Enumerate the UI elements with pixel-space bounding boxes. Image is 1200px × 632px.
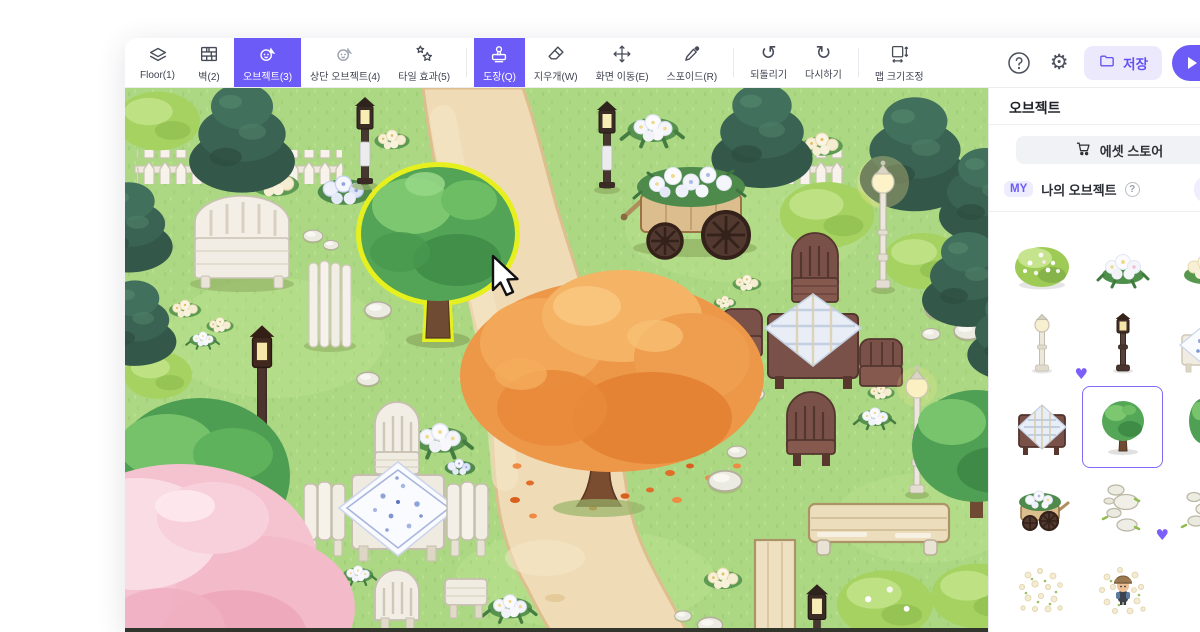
object-item-white-lamp[interactable]: ♥	[1001, 304, 1082, 386]
tool-label: 맵 크기조정	[875, 68, 924, 83]
object-item-flower-cart[interactable]	[1001, 468, 1082, 550]
panel-divider	[989, 211, 1200, 212]
object-item-brown-table-plaid[interactable]	[1001, 386, 1082, 468]
add-object-button[interactable]: + 추가	[1194, 176, 1200, 203]
resize-icon	[888, 43, 910, 65]
object-item-flower-bush[interactable]	[1001, 222, 1082, 304]
eyedropper-icon	[681, 43, 703, 65]
object-item-green-tree[interactable]	[1082, 386, 1163, 468]
tool-undo[interactable]: ↺ 되돌리기	[741, 38, 796, 87]
tool-object[interactable]: 오브젝트(3)	[234, 38, 301, 87]
top-object-icon	[334, 43, 356, 65]
tool-eyedropper[interactable]: 스포이드(R)	[658, 38, 727, 87]
object-item-flower-petals[interactable]	[1001, 550, 1082, 632]
my-badge: MY	[1004, 181, 1033, 197]
my-objects-row: MY 나의 오브젝트 ? + 추가	[1004, 179, 1200, 199]
toolbar: Floor(1) 벽(2) 오브젝트(3)	[125, 38, 1200, 88]
toolbar-divider	[858, 48, 859, 77]
tool-map-resize[interactable]: 맵 크기조정	[866, 38, 933, 87]
panel-title: 오브젝트	[989, 88, 1200, 124]
cart-icon	[1075, 140, 1092, 160]
tool-label: 타일 효과(5)	[398, 68, 450, 83]
map-canvas[interactable]	[125, 88, 988, 632]
flower-cart[interactable]	[621, 167, 757, 258]
object-item-flower-petals-character[interactable]	[1082, 550, 1163, 632]
settings-button[interactable]: ⚙	[1044, 48, 1074, 78]
wall-icon	[198, 43, 220, 65]
map-editor-window: Floor(1) 벽(2) 오브젝트(3)	[125, 38, 1200, 632]
panel-divider	[989, 124, 1200, 125]
object-grid: ♥	[1001, 222, 1200, 632]
tool-label: 되돌리기	[750, 66, 787, 81]
tool-label: 화면 이동(E)	[596, 68, 649, 83]
object-item-cream-flowers[interactable]	[1163, 222, 1200, 304]
stamp-icon	[488, 43, 510, 65]
object-item-white-table-cloth[interactable]	[1163, 304, 1200, 386]
play-button[interactable]	[1172, 45, 1200, 81]
asset-store-button[interactable]: 에셋 스토어	[1016, 136, 1200, 164]
tool-tile-effect[interactable]: 타일 효과(5)	[389, 38, 459, 87]
brown-chair-bottom	[787, 392, 835, 466]
play-icon	[1188, 57, 1197, 69]
tool-wall[interactable]: 벽(2)	[184, 38, 234, 87]
save-label: 저장	[1123, 53, 1148, 73]
tool-label: 도장(Q)	[483, 68, 516, 83]
redo-icon: ↻	[815, 44, 831, 63]
save-button[interactable]: 저장	[1084, 46, 1162, 80]
main-area: 오브젝트 에셋 스토어 MY 나의 오브젝트 ? + 추가	[125, 88, 1200, 632]
tool-label: 벽(2)	[198, 68, 219, 83]
tool-stamp[interactable]: 도장(Q)	[474, 38, 525, 87]
asset-store-label: 에셋 스토어	[1100, 141, 1163, 160]
tool-label: 지우개(W)	[534, 68, 578, 83]
wood-bench-vertical[interactable]	[755, 540, 795, 632]
tool-floor[interactable]: Floor(1)	[131, 38, 184, 87]
eraser-icon	[545, 43, 567, 65]
pan-icon	[611, 43, 633, 65]
brown-chair-top	[792, 233, 838, 302]
object-item-stone-path[interactable]: ♥	[1082, 468, 1163, 550]
tool-redo[interactable]: ↻ 다시하기	[796, 38, 851, 87]
tool-pan[interactable]: 화면 이동(E)	[587, 38, 658, 87]
object-item-white-flowers[interactable]	[1082, 222, 1163, 304]
object-item-stone-path-2[interactable]	[1163, 468, 1200, 550]
toolbar-divider	[466, 48, 467, 77]
gear-icon: ⚙	[1050, 53, 1069, 72]
my-objects-label: 나의 오브젝트	[1041, 180, 1116, 199]
white-table	[339, 462, 457, 561]
toolbar-actions: ⚙ 저장	[1004, 38, 1200, 87]
tool-label: 상단 오브젝트(4)	[310, 68, 380, 83]
layers-icon	[147, 45, 169, 67]
brown-chair-right	[860, 339, 902, 386]
tool-eraser[interactable]: 지우개(W)	[525, 38, 587, 87]
tool-label: 오브젝트(3)	[243, 68, 292, 83]
help-button[interactable]	[1004, 48, 1034, 78]
tool-label: Floor(1)	[140, 70, 175, 81]
object-panel: 오브젝트 에셋 스토어 MY 나의 오브젝트 ? + 추가	[988, 88, 1200, 632]
tool-top-object[interactable]: 상단 오브젝트(4)	[301, 38, 389, 87]
toolbar-divider	[733, 48, 734, 77]
help-circle-icon[interactable]: ?	[1125, 182, 1140, 197]
white-bench-bed[interactable]	[190, 196, 294, 292]
undo-icon: ↺	[761, 44, 777, 63]
object-item-tall-green-tree[interactable]	[1163, 386, 1200, 468]
object-icon	[257, 43, 279, 65]
map-edge	[125, 628, 988, 632]
object-item-brown-lamp[interactable]	[1082, 304, 1163, 386]
tool-label: 스포이드(R)	[667, 68, 718, 83]
character-avatar	[1114, 576, 1132, 605]
screen: Floor(1) 벽(2) 오브젝트(3)	[0, 0, 1200, 632]
tile-effect-icon	[413, 43, 435, 65]
tool-label: 다시하기	[805, 66, 842, 81]
folder-icon	[1098, 52, 1116, 73]
